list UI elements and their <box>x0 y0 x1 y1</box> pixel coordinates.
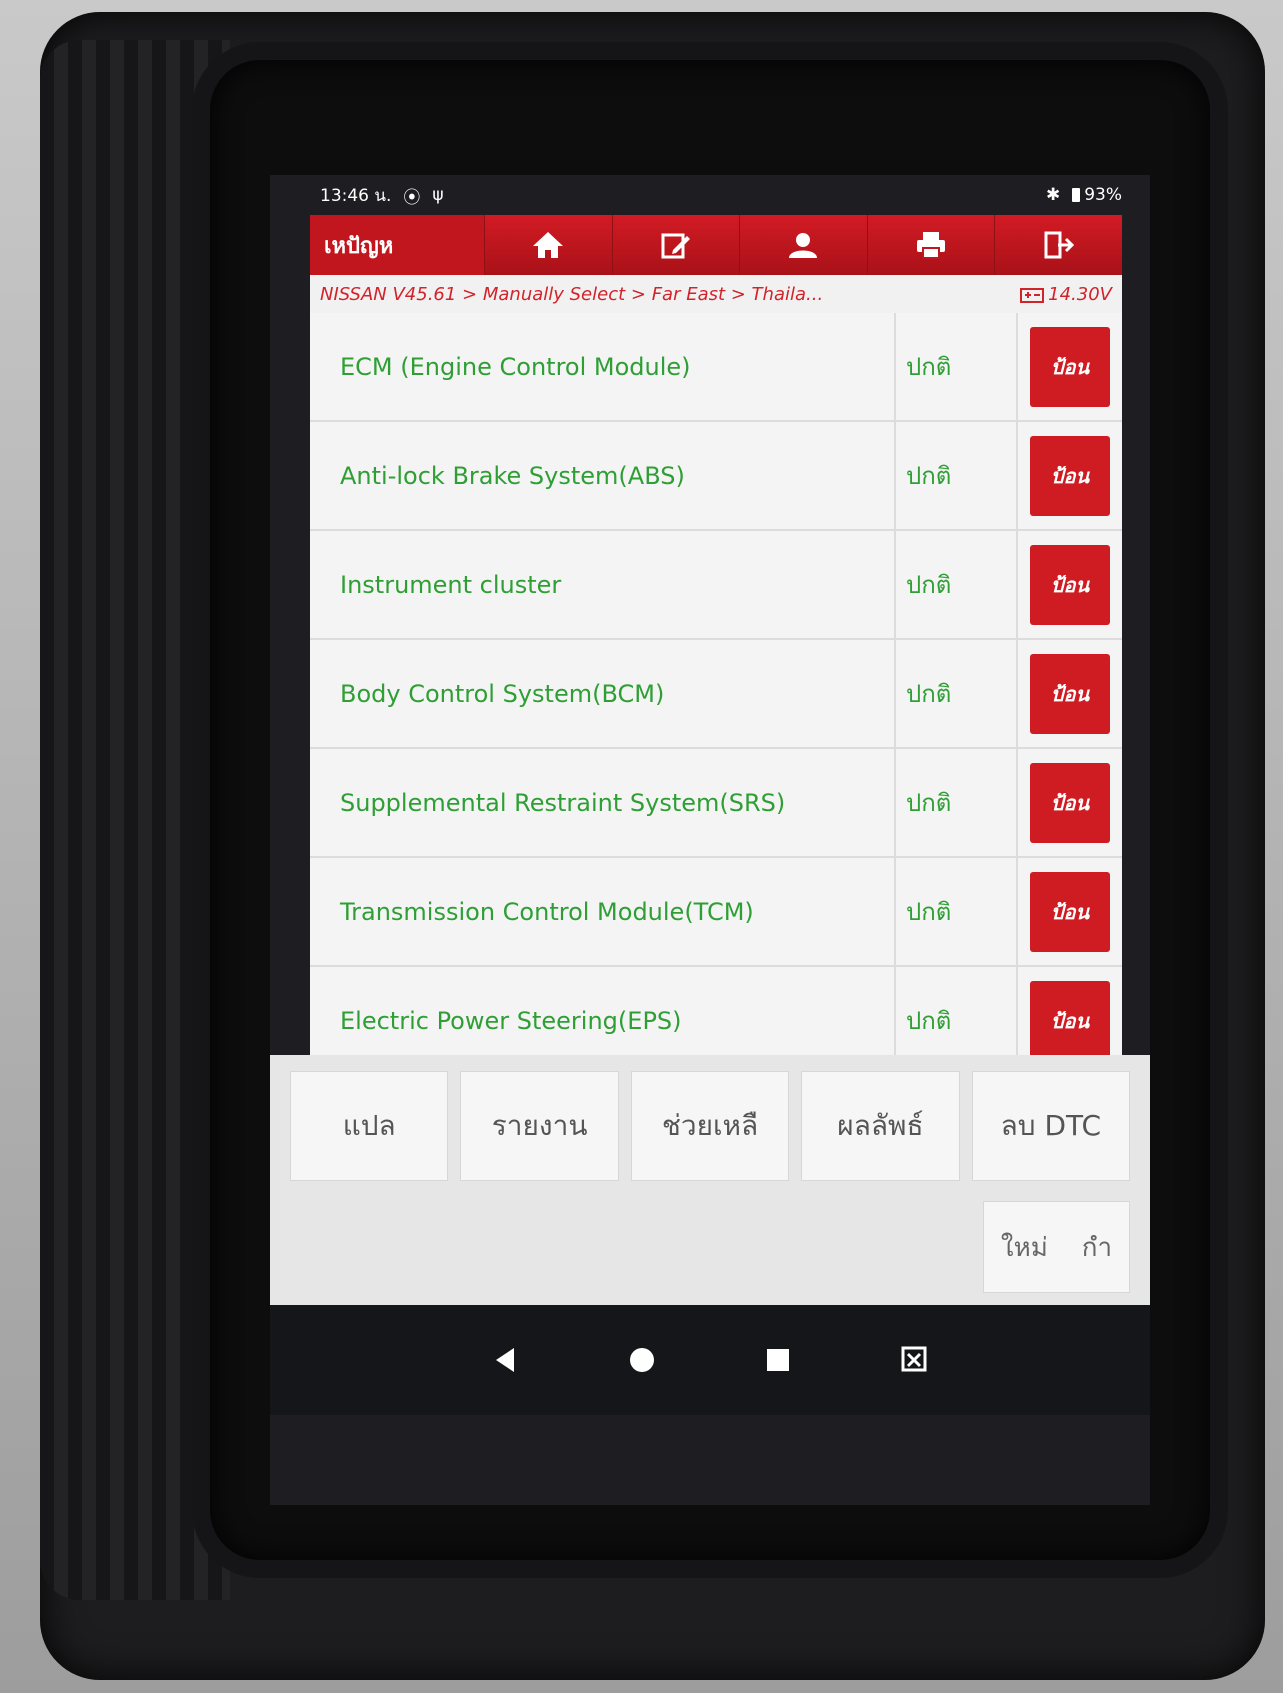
system-name: Supplemental Restraint System(SRS) <box>310 749 896 856</box>
print-button[interactable] <box>867 215 996 275</box>
table-row: Supplemental Restraint System(SRS) ปกติ … <box>310 749 1122 858</box>
voltage-value: 14.30V <box>1048 283 1112 305</box>
table-row: Instrument cluster ปกติ ป้อน <box>310 531 1122 640</box>
user-icon <box>789 233 818 258</box>
home-nav-button[interactable] <box>614 1332 670 1388</box>
square-recents-icon <box>767 1349 789 1371</box>
system-name: Anti-lock Brake System(ABS) <box>310 422 896 529</box>
enter-button[interactable]: ป้อน <box>1030 762 1110 843</box>
bottom-action-panel: แปล รายงาน ช่วยเหลื ผลลัพธ์ ลบ DTC ใหม่ … <box>270 1055 1150 1305</box>
home-button[interactable] <box>485 215 613 275</box>
table-row: Anti-lock Brake System(ABS) ปกติ ป้อน <box>310 422 1122 531</box>
enter-button[interactable]: ป้อน <box>1030 871 1110 952</box>
action-buttons-row: แปล รายงาน ช่วยเหลื ผลลัพธ์ ลบ DTC <box>270 1055 1150 1181</box>
secondary-action-button[interactable]: ใหม่ กำ <box>983 1201 1130 1293</box>
battery-icon <box>1072 188 1081 202</box>
system-status: ปกติ <box>896 749 1018 856</box>
results-button[interactable]: ผลลัพธ์ <box>801 1071 960 1181</box>
user-button[interactable] <box>740 215 868 275</box>
edit-button[interactable] <box>612 215 741 275</box>
system-name: Body Control System(BCM) <box>310 640 896 747</box>
device-grip <box>40 40 230 1600</box>
table-row: Transmission Control Module(TCM) ปกติ ป้… <box>310 858 1122 967</box>
status-bar: 13:46 น. ⦿ ψ ✱ 93% <box>270 175 1150 215</box>
back-button[interactable] <box>478 1332 534 1388</box>
system-name: Transmission Control Module(TCM) <box>310 858 896 965</box>
circle-home-icon <box>630 1348 654 1372</box>
app-screen: 13:46 น. ⦿ ψ ✱ 93% เหปัญห NISSAN V45.61 … <box>270 175 1150 1505</box>
secondary-actions-row: ใหม่ กำ <box>270 1181 1150 1293</box>
enter-button[interactable]: ป้อน <box>1030 653 1110 734</box>
secondary-action-left-label: ใหม่ <box>1000 1232 1048 1263</box>
secondary-action-right-label: กำ <box>1081 1232 1113 1263</box>
bluetooth-icon: ✱ <box>1045 185 1061 205</box>
usb-icon: ψ <box>432 185 444 205</box>
system-status: ปกติ <box>896 858 1018 965</box>
system-status: ปกติ <box>896 531 1018 638</box>
enter-button[interactable]: ป้อน <box>1030 326 1110 407</box>
system-status: ปกติ <box>896 313 1018 420</box>
exit-icon <box>1044 231 1074 259</box>
status-time: 13:46 น. <box>320 185 392 206</box>
exit-button[interactable] <box>995 215 1122 275</box>
battery-label: 93% <box>1084 185 1122 205</box>
battery-voltage-icon <box>1020 288 1045 303</box>
edit-icon <box>661 233 690 259</box>
home-icon <box>533 232 564 258</box>
screenshot-button[interactable] <box>886 1332 942 1388</box>
system-name: ECM (Engine Control Module) <box>310 313 896 420</box>
recents-button[interactable] <box>750 1332 806 1388</box>
toolbar-title[interactable]: เหปัญห <box>310 215 485 275</box>
enter-button[interactable]: ป้อน <box>1030 435 1110 516</box>
help-button[interactable]: ช่วยเหลื <box>630 1071 790 1181</box>
voltage-indicator: 14.30V <box>1020 284 1112 305</box>
back-icon <box>496 1348 514 1372</box>
report-button[interactable]: รายงาน <box>460 1071 619 1181</box>
android-nav-bar <box>270 1305 1150 1415</box>
system-name: Instrument cluster <box>310 531 896 638</box>
screenshot-icon <box>901 1346 927 1372</box>
battery-indicator: 93% <box>1072 185 1122 205</box>
table-row: ECM (Engine Control Module) ปกติ ป้อน <box>310 313 1122 422</box>
breadcrumb-path: NISSAN V45.61 > Manually Select > Far Ea… <box>320 283 824 305</box>
system-list: ECM (Engine Control Module) ปกติ ป้อน An… <box>310 313 1122 1076</box>
print-icon <box>917 232 946 259</box>
screen-record-icon: ⦿ <box>403 187 421 208</box>
top-toolbar: เหปัญห <box>310 215 1122 275</box>
system-status: ปกติ <box>896 640 1018 747</box>
enter-button[interactable]: ป้อน <box>1030 544 1110 625</box>
breadcrumb: NISSAN V45.61 > Manually Select > Far Ea… <box>310 275 1122 313</box>
table-row: Body Control System(BCM) ปกติ ป้อน <box>310 640 1122 749</box>
system-status: ปกติ <box>896 422 1018 529</box>
translate-button[interactable]: แปล <box>290 1071 449 1181</box>
enter-button[interactable]: ป้อน <box>1030 980 1110 1061</box>
clear-dtc-button[interactable]: ลบ DTC <box>971 1071 1131 1181</box>
